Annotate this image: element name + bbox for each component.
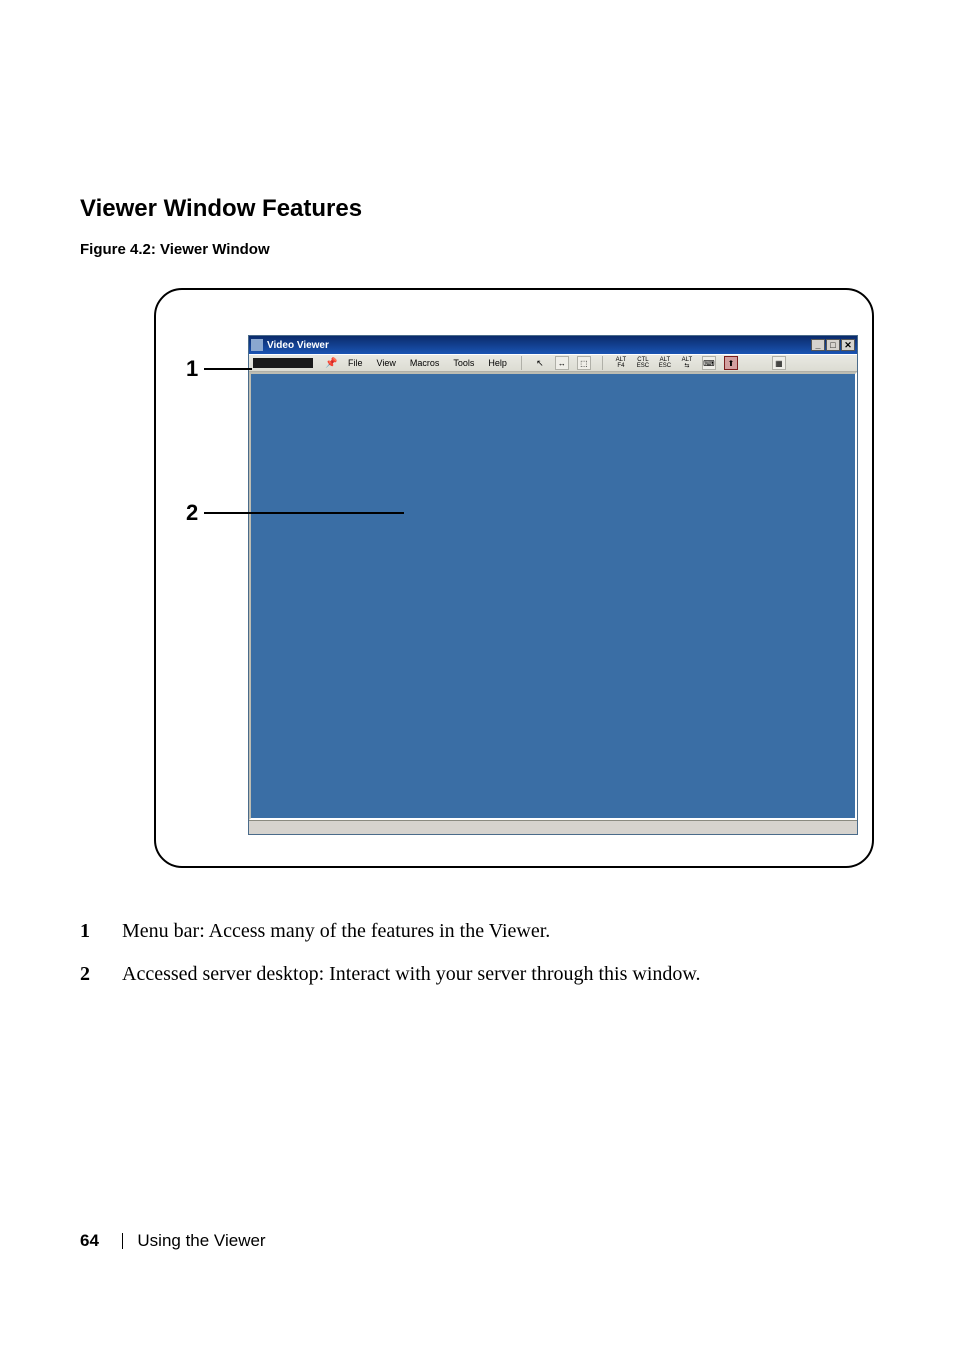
- menu-tools[interactable]: Tools: [450, 358, 477, 368]
- window-close-button[interactable]: ✕: [841, 339, 855, 351]
- callout-1-line: [204, 368, 252, 370]
- description-1-number: 1: [80, 916, 122, 947]
- menu-macros[interactable]: Macros: [407, 358, 443, 368]
- macro-altf4-button[interactable]: ALT F4: [614, 356, 628, 370]
- callout-2-line: [204, 512, 404, 514]
- description-row-2: 2 Accessed server desktop: Interact with…: [80, 959, 874, 990]
- toolbar-separator-2: [602, 356, 603, 370]
- menu-help[interactable]: Help: [485, 358, 510, 368]
- window-minimize-button[interactable]: _: [811, 339, 825, 351]
- callout-1-number: 1: [186, 356, 198, 382]
- keyboard-icon[interactable]: ⌨: [702, 356, 716, 370]
- callout-1: 1: [186, 356, 252, 382]
- cursor-none-icon[interactable]: ⬚: [577, 356, 591, 370]
- scrollbar-bottom[interactable]: [249, 820, 857, 834]
- footer-section: Using the Viewer: [137, 1231, 265, 1250]
- cursor-single-icon[interactable]: ↖: [533, 356, 547, 370]
- description-row-1: 1 Menu bar: Access many of the features …: [80, 916, 874, 947]
- window-maximize-button[interactable]: □: [826, 339, 840, 351]
- macro-altesc-button[interactable]: ALT ESC: [658, 356, 672, 370]
- menu-file[interactable]: File: [345, 358, 366, 368]
- description-2-number: 2: [80, 959, 122, 990]
- figure-caption: Figure 4.2: Viewer Window: [80, 241, 874, 258]
- menubar: 📌 File View Macros Tools Help ↖ ↔ ⬚ ALT …: [249, 354, 857, 372]
- footer-separator: [122, 1233, 123, 1249]
- figure-description-list: 1 Menu bar: Access many of the features …: [80, 916, 874, 990]
- menu-view[interactable]: View: [374, 358, 399, 368]
- ctrl-alt-del-icon[interactable]: ⬆: [724, 356, 738, 370]
- description-1-text: Menu bar: Access many of the features in…: [122, 916, 874, 947]
- callout-2: 2: [186, 500, 404, 526]
- titlebar[interactable]: Video Viewer _ □ ✕: [249, 336, 857, 354]
- toolbar-separator-1: [521, 356, 522, 370]
- window-title: Video Viewer: [267, 340, 811, 351]
- pin-icon[interactable]: 📌: [325, 358, 337, 369]
- server-desktop-area[interactable]: [249, 372, 857, 820]
- app-icon: [251, 339, 263, 351]
- description-2-text: Accessed server desktop: Interact with y…: [122, 959, 874, 990]
- callout-2-number: 2: [186, 500, 198, 526]
- status-indicator: [253, 358, 313, 368]
- section-title: Viewer Window Features: [80, 195, 874, 223]
- page-footer: 64 Using the Viewer: [80, 1231, 266, 1251]
- viewer-window: Video Viewer _ □ ✕ 📌 File View Macros To…: [248, 335, 858, 835]
- figure-frame: 1 2 Video Viewer _ □ ✕ 📌 File View: [154, 288, 874, 868]
- page-number: 64: [80, 1231, 99, 1250]
- macro-alttab-button[interactable]: ALT ⇆: [680, 356, 694, 370]
- align-cursor-icon[interactable]: ↔: [555, 356, 569, 370]
- info-icon[interactable]: ▦: [772, 356, 786, 370]
- macro-ctlesc-button[interactable]: CTL ESC: [636, 356, 650, 370]
